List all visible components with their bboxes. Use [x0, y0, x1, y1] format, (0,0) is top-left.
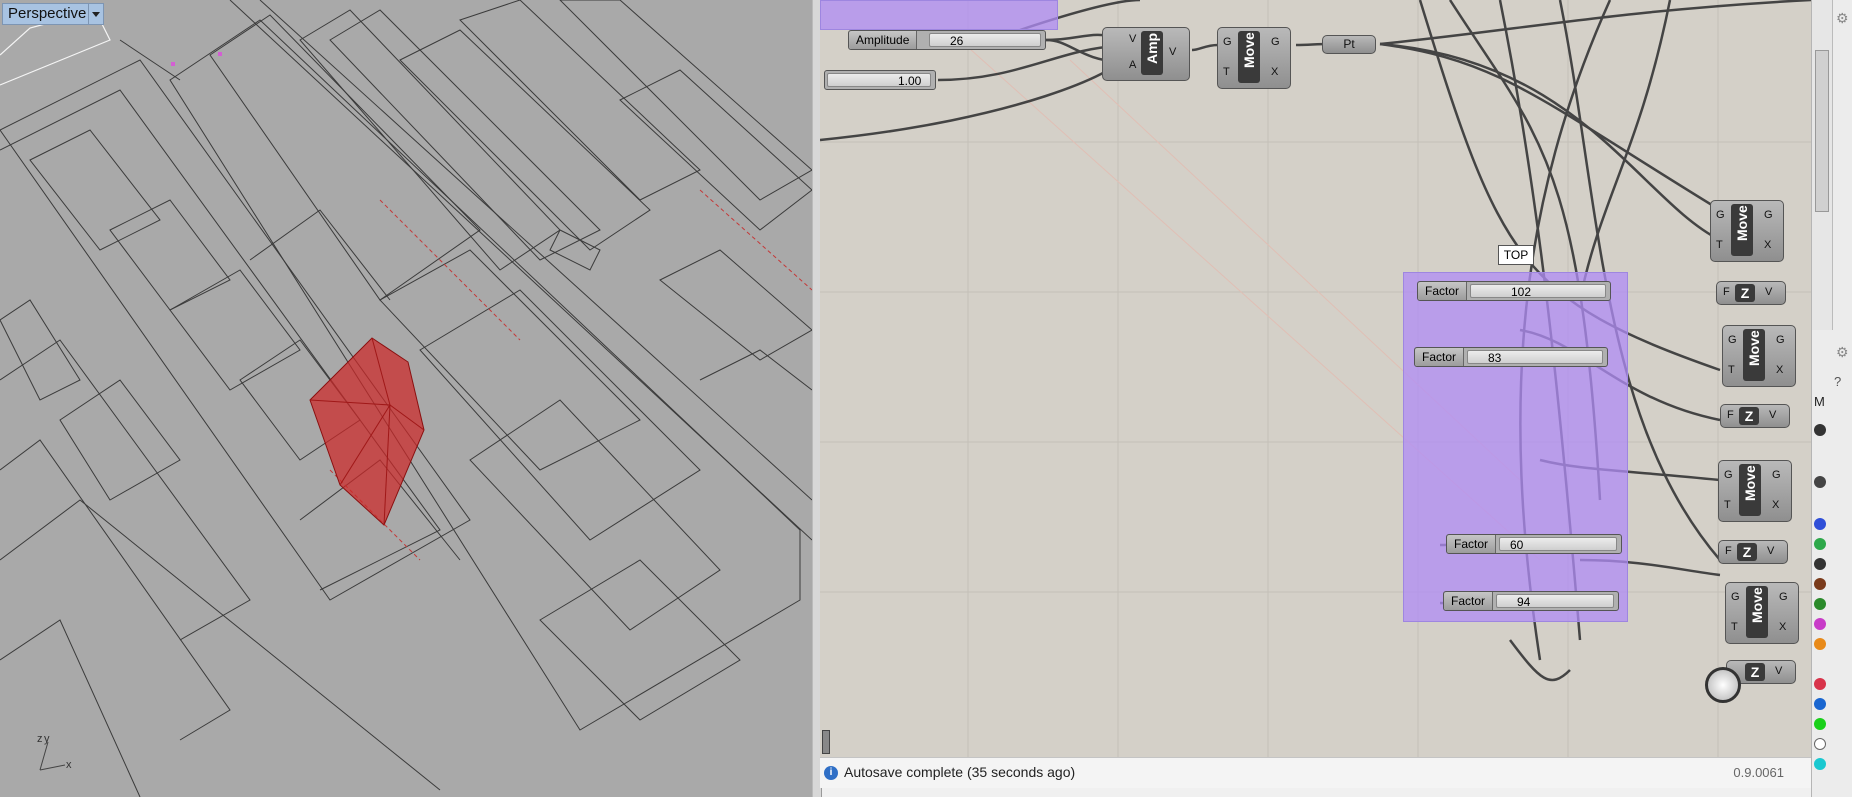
- status-bar: i Autosave complete (35 seconds ago) 0.9…: [820, 757, 1820, 788]
- axis-gizmo: [39, 741, 66, 771]
- info-icon: i: [824, 766, 838, 780]
- status-message: Autosave complete (35 seconds ago): [844, 764, 1076, 780]
- factor-slider-1-label: Factor: [1418, 282, 1468, 300]
- amplitude-component[interactable]: V A Amp V: [1102, 27, 1190, 81]
- swatch-dot[interactable]: [1814, 424, 1826, 436]
- axis-x-label: x: [66, 759, 72, 771]
- version-label: 0.9.0061: [1733, 765, 1784, 780]
- move-component-4[interactable]: G T Move G X: [1718, 460, 1792, 522]
- red-box-object: [309, 337, 425, 526]
- viewport-scene: z y x: [0, 0, 812, 797]
- viewport-menu-dropdown[interactable]: [88, 3, 104, 25]
- amplitude-slider[interactable]: Amplitude 26: [848, 30, 1046, 50]
- layer-color-swatches[interactable]: [1814, 410, 1828, 790]
- swatch-dot[interactable]: [1814, 698, 1826, 710]
- factor-slider-3[interactable]: Factor 60: [1446, 534, 1622, 554]
- swatch-dot[interactable]: [1814, 558, 1826, 570]
- canvas-grid-and-wires: [820, 0, 1811, 757]
- amp-input-v: V: [1129, 33, 1137, 45]
- tooltip-top: TOP: [1498, 245, 1534, 265]
- right-scroll-track[interactable]: [1812, 0, 1833, 330]
- axis-y-label: y: [44, 733, 50, 745]
- move-component-3[interactable]: G T Move G X: [1722, 325, 1796, 387]
- right-scroll-thumb[interactable]: [1815, 50, 1829, 212]
- rhino-viewport[interactable]: z y x Perspective: [0, 0, 812, 797]
- swatch-dot[interactable]: [1814, 598, 1826, 610]
- canvas-scroll-handle[interactable]: [822, 730, 830, 754]
- swatch-dot[interactable]: [1814, 718, 1826, 730]
- point-param[interactable]: Pt: [1322, 35, 1376, 54]
- factor-slider-1-value: 102: [1511, 285, 1532, 299]
- move-title: Move: [1241, 32, 1257, 68]
- factor-slider-2[interactable]: Factor 83: [1414, 347, 1608, 367]
- swatch-dot[interactable]: [1814, 678, 1826, 690]
- swatch-dot[interactable]: [1814, 638, 1826, 650]
- amplitude-slider-label: Amplitude: [849, 31, 918, 49]
- unit-z-component-2[interactable]: F Z V: [1720, 404, 1790, 428]
- factor-slider-4[interactable]: Factor 94: [1443, 591, 1619, 611]
- unit-z-component-1[interactable]: F Z V: [1716, 281, 1786, 305]
- factor-slider-3-value: 60: [1510, 538, 1524, 552]
- number-slider-value: 1.00: [898, 74, 922, 88]
- swatch-dot[interactable]: [1814, 618, 1826, 630]
- rightbar-label: M: [1814, 394, 1825, 409]
- loading-spinner-icon: [1705, 667, 1741, 703]
- help-icon[interactable]: ?: [1834, 374, 1841, 389]
- number-slider[interactable]: 1.00: [824, 70, 936, 90]
- grasshopper-canvas[interactable]: Amplitude 26 1.00 Factor 102 Factor 83 F…: [820, 0, 1811, 757]
- move-component-2[interactable]: G T Move G X: [1710, 200, 1784, 262]
- factor-slider-4-label: Factor: [1444, 592, 1494, 610]
- swatch-dot[interactable]: [1814, 738, 1826, 750]
- factor-slider-4-value: 94: [1517, 595, 1531, 609]
- amp-input-a: A: [1129, 59, 1137, 71]
- purple-group-factors[interactable]: [1403, 272, 1628, 622]
- swatch-dot[interactable]: [1814, 578, 1826, 590]
- unit-z-component-3[interactable]: F Z V: [1718, 540, 1788, 564]
- settings-gear-icon[interactable]: ⚙: [1836, 10, 1849, 27]
- amp-output-v: V: [1169, 46, 1177, 58]
- axis-z-label: z: [37, 733, 43, 745]
- move-component-1[interactable]: G T Move G X: [1217, 27, 1291, 89]
- factor-slider-2-value: 83: [1488, 351, 1502, 365]
- settings-gear-icon-2[interactable]: ⚙: [1836, 344, 1849, 361]
- amplitude-slider-value: 26: [950, 34, 964, 48]
- swatch-dot[interactable]: [1814, 476, 1826, 488]
- point-param-label: Pt: [1343, 37, 1355, 51]
- factor-slider-3-label: Factor: [1447, 535, 1497, 553]
- right-panel[interactable]: ⚙ ⚙ ? M: [1811, 0, 1852, 797]
- viewport-title[interactable]: Perspective: [2, 3, 92, 25]
- amp-title: Amp: [1144, 32, 1160, 64]
- factor-slider-1[interactable]: Factor 102: [1417, 281, 1611, 301]
- swatch-dot[interactable]: [1814, 518, 1826, 530]
- move-component-5[interactable]: G T Move G X: [1725, 582, 1799, 644]
- swatch-dot[interactable]: [1814, 758, 1826, 770]
- factor-slider-2-label: Factor: [1415, 348, 1465, 366]
- purple-group-top[interactable]: [820, 0, 1058, 30]
- swatch-dot[interactable]: [1814, 538, 1826, 550]
